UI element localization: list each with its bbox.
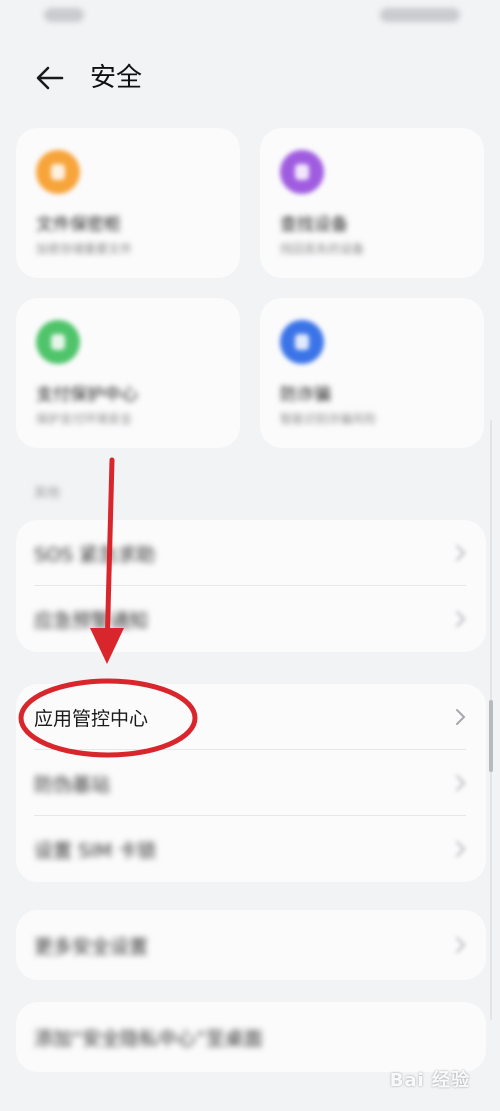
list-group-add-to-desktop: 添加“安全隐私中心”至桌面 <box>16 1002 486 1072</box>
list-item-label: 设置 SIM 卡锁 <box>34 839 157 862</box>
list-item-label: SOS 紧急求助 <box>34 543 156 566</box>
chevron-right-icon <box>456 937 466 953</box>
section-label: 其他 <box>34 486 61 501</box>
list-item-emergency-alerts[interactable]: 应急预警通知 <box>16 586 486 652</box>
list-item-fake-base-station[interactable]: 防伪基站 <box>16 750 486 816</box>
anti-fraud-icon <box>280 320 324 364</box>
tile-subtitle: 智能识别诈骗风险 <box>280 412 377 426</box>
list-item-label: 添加“安全隐私中心”至桌面 <box>34 1027 263 1050</box>
list-item-add-to-desktop[interactable]: 添加“安全隐私中心”至桌面 <box>16 1002 486 1072</box>
chevron-right-icon <box>456 611 466 627</box>
header: 安全 <box>0 48 500 108</box>
shield-icon <box>36 320 80 364</box>
list-group-app-control: 应用管控中心 防伪基站 设置 SIM 卡锁 <box>16 684 486 882</box>
list-item-label: 更多安全设置 <box>34 935 149 958</box>
list-item-sos[interactable]: SOS 紧急求助 <box>16 520 486 586</box>
chevron-right-icon <box>456 775 466 791</box>
tile-find-device[interactable]: 查找设备 找回丢失的设备 <box>260 128 484 278</box>
watermark-logo: Bai 经验 <box>389 1070 470 1091</box>
page-title: 安全 <box>90 63 143 93</box>
tile-file-safe[interactable]: 文件保密柜 加密存储重要文件 <box>16 128 240 278</box>
tile-subtitle: 找回丢失的设备 <box>280 242 365 256</box>
chevron-right-icon <box>456 841 466 857</box>
back-arrow-icon[interactable] <box>32 60 68 96</box>
tile-title: 文件保密柜 <box>36 215 121 235</box>
scrollbar-thumb[interactable] <box>489 700 493 772</box>
list-group-more-settings: 更多安全设置 <box>16 910 486 980</box>
list-item-label: 防伪基站 <box>34 773 111 796</box>
list-item-app-control-center[interactable]: 应用管控中心 <box>16 684 486 750</box>
tile-title: 支付保护中心 <box>36 385 138 405</box>
status-time <box>44 8 84 22</box>
list-group-emergency: SOS 紧急求助 应急预警通知 <box>16 520 486 652</box>
list-item-label: 应用管控中心 <box>34 707 149 730</box>
location-icon <box>280 150 324 194</box>
chevron-right-icon <box>456 545 466 561</box>
chevron-right-icon <box>456 709 466 725</box>
tile-subtitle: 加密存储重要文件 <box>36 242 133 256</box>
tile-title: 查找设备 <box>280 215 348 235</box>
status-bar <box>0 0 500 36</box>
tile-subtitle: 保护支付环境安全 <box>36 412 133 426</box>
tile-anti-fraud[interactable]: 防诈骗 智能识别诈骗风险 <box>260 298 484 448</box>
tile-payment-protection[interactable]: 支付保护中心 保护支付环境安全 <box>16 298 240 448</box>
list-item-more-security-settings[interactable]: 更多安全设置 <box>16 910 486 980</box>
list-item-sim-lock[interactable]: 设置 SIM 卡锁 <box>16 816 486 882</box>
lock-icon <box>36 150 80 194</box>
tile-title: 防诈骗 <box>280 385 331 405</box>
status-icons <box>380 8 460 22</box>
list-item-label: 应急预警通知 <box>34 609 149 632</box>
